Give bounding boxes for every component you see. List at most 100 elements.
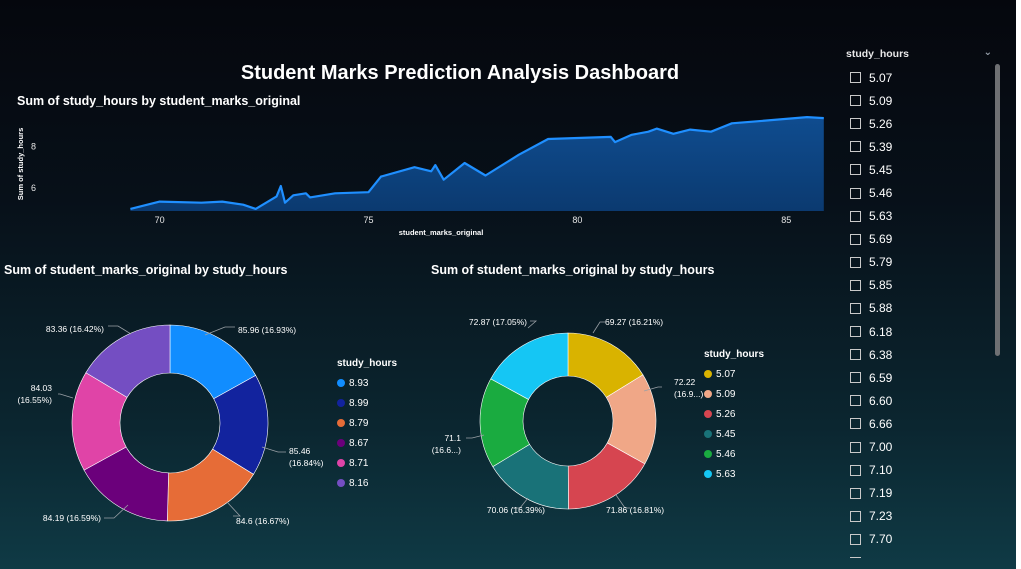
donut-right-legend: study_hours 5.07 5.09 5.26 5.45 5.46 5.63 — [704, 349, 764, 484]
checkbox[interactable] — [850, 557, 861, 558]
slicer-item[interactable]: 5.85 — [846, 274, 1006, 297]
checkbox[interactable] — [850, 302, 861, 314]
legend-item[interactable]: 5.07 — [704, 364, 764, 384]
legend-item[interactable]: 5.26 — [704, 404, 764, 424]
legend-marker — [704, 410, 712, 418]
legend-label: 8.93 — [349, 377, 369, 389]
slicer-item[interactable]: 5.26 — [846, 112, 1006, 135]
checkbox[interactable] — [850, 533, 861, 545]
legend-item[interactable]: 8.99 — [337, 393, 397, 413]
legend-marker — [337, 419, 345, 427]
donut-left-label-5a: 84.03 — [31, 383, 53, 393]
slicer-item-label: 7.10 — [869, 463, 893, 478]
checkbox[interactable] — [850, 118, 861, 130]
legend-item[interactable]: 5.09 — [704, 384, 764, 404]
slicer-item-label: 6.18 — [869, 324, 893, 339]
area-fill — [130, 117, 824, 211]
slicer-item[interactable]: 5.79 — [846, 251, 1006, 274]
slicer-item[interactable]: 7.23 — [846, 505, 1006, 528]
study-hours-slicer[interactable]: study_hours ⌄ 5.07 5.09 5.26 5.39 5.45 5.46 5.… — [846, 48, 1006, 558]
slicer-item-label: 5.79 — [869, 255, 893, 270]
slicer-item[interactable]: 5.07 — [846, 66, 1006, 89]
slicer-item[interactable]: 7.70 — [846, 528, 1006, 551]
checkbox[interactable] — [850, 210, 861, 222]
legend-item[interactable]: 8.71 — [337, 453, 397, 473]
donut-right-legend-title: study_hours — [704, 349, 765, 360]
checkbox[interactable] — [850, 372, 861, 384]
area-chart-title: Sum of study_hours by student_marks_orig… — [17, 94, 301, 108]
slicer-item-label: 7.72 — [869, 556, 892, 558]
slicer-item[interactable]: 7.19 — [846, 482, 1006, 505]
donut-left-title: Sum of student_marks_original by study_h… — [4, 263, 288, 277]
slicer-item[interactable]: 5.45 — [846, 158, 1006, 181]
slicer-item-label: 6.60 — [869, 393, 893, 408]
checkbox[interactable] — [850, 72, 861, 84]
checkbox[interactable] — [850, 464, 861, 476]
slicer-item[interactable]: 7.72 — [846, 551, 1006, 558]
slicer-item-label: 5.09 — [869, 93, 893, 108]
area-chart[interactable]: 70 75 80 85 6 8 student_marks_original Sum o… — [0, 110, 840, 245]
checkbox[interactable] — [850, 233, 861, 245]
legend-marker — [337, 439, 345, 447]
slicer-item[interactable]: 5.39 — [846, 135, 1006, 158]
legend-label: 8.71 — [349, 457, 369, 469]
legend-item[interactable]: 5.63 — [704, 464, 764, 484]
slicer-item-label: 6.59 — [869, 370, 893, 385]
slicer-item[interactable]: 6.18 — [846, 320, 1006, 343]
checkbox[interactable] — [850, 510, 861, 522]
slicer-item-label: 5.26 — [869, 116, 893, 131]
slicer-item-label: 5.45 — [869, 162, 893, 177]
slicer-item[interactable]: 5.46 — [846, 181, 1006, 204]
legend-label: 5.07 — [716, 368, 736, 380]
slicer-scrollbar[interactable] — [995, 64, 1000, 356]
legend-item[interactable]: 8.67 — [337, 433, 397, 453]
donut-right-label-6: 72.87 (17.05%) — [469, 317, 527, 327]
legend-item[interactable]: 5.46 — [704, 444, 764, 464]
checkbox[interactable] — [850, 487, 861, 499]
chevron-down-icon[interactable]: ⌄ — [984, 48, 992, 58]
donut-right-label-1: 69.27 (16.21%) — [605, 317, 663, 327]
checkbox[interactable] — [850, 279, 861, 291]
x-tick-label: 85 — [781, 215, 791, 225]
slicer-item[interactable]: 6.60 — [846, 389, 1006, 412]
legend-marker — [337, 379, 345, 387]
slicer-item[interactable]: 5.69 — [846, 228, 1006, 251]
slicer-item[interactable]: 7.00 — [846, 436, 1006, 459]
slicer-item[interactable]: 5.88 — [846, 297, 1006, 320]
slicer-item-label: 7.23 — [869, 509, 893, 524]
checkbox[interactable] — [850, 164, 861, 176]
donut-left-label-6: 83.36 (16.42%) — [46, 324, 104, 334]
checkbox[interactable] — [850, 441, 861, 453]
slicer-item-label: 5.39 — [869, 139, 893, 154]
x-tick-label: 80 — [572, 215, 582, 225]
slicer-item[interactable]: 5.09 — [846, 89, 1006, 112]
slicer-item[interactable]: 7.10 — [846, 459, 1006, 482]
donut-left-legend: study_hours 8.93 8.99 8.79 8.67 8.71 8.16 — [337, 358, 397, 493]
checkbox[interactable] — [850, 326, 861, 338]
slicer-item-label: 5.85 — [869, 278, 893, 293]
checkbox[interactable] — [850, 256, 861, 268]
y-tick-label: 8 — [31, 141, 36, 151]
checkbox[interactable] — [850, 187, 861, 199]
checkbox[interactable] — [850, 395, 861, 407]
checkbox[interactable] — [850, 95, 861, 107]
slicer-item[interactable]: 6.66 — [846, 412, 1006, 435]
legend-item[interactable]: 8.16 — [337, 473, 397, 493]
legend-label: 8.16 — [349, 477, 369, 489]
donut-left-legend-title: study_hours — [337, 358, 398, 369]
slicer-item[interactable]: 6.38 — [846, 343, 1006, 366]
slicer-item[interactable]: 6.59 — [846, 366, 1006, 389]
legend-item[interactable]: 5.45 — [704, 424, 764, 444]
legend-item[interactable]: 8.79 — [337, 413, 397, 433]
slicer-item[interactable]: 5.63 — [846, 205, 1006, 228]
checkbox[interactable] — [850, 418, 861, 430]
legend-label: 5.45 — [716, 428, 736, 440]
checkbox[interactable] — [850, 141, 861, 153]
donut-left-label-4: 84.19 (16.59%) — [43, 513, 101, 523]
checkbox[interactable] — [850, 349, 861, 361]
slicer-item-label: 7.19 — [869, 486, 893, 501]
legend-label: 5.46 — [716, 448, 736, 460]
x-axis-title: student_marks_original — [399, 228, 484, 237]
legend-item[interactable]: 8.93 — [337, 373, 397, 393]
donut-left-label-2b: (16.84%) — [289, 458, 324, 468]
